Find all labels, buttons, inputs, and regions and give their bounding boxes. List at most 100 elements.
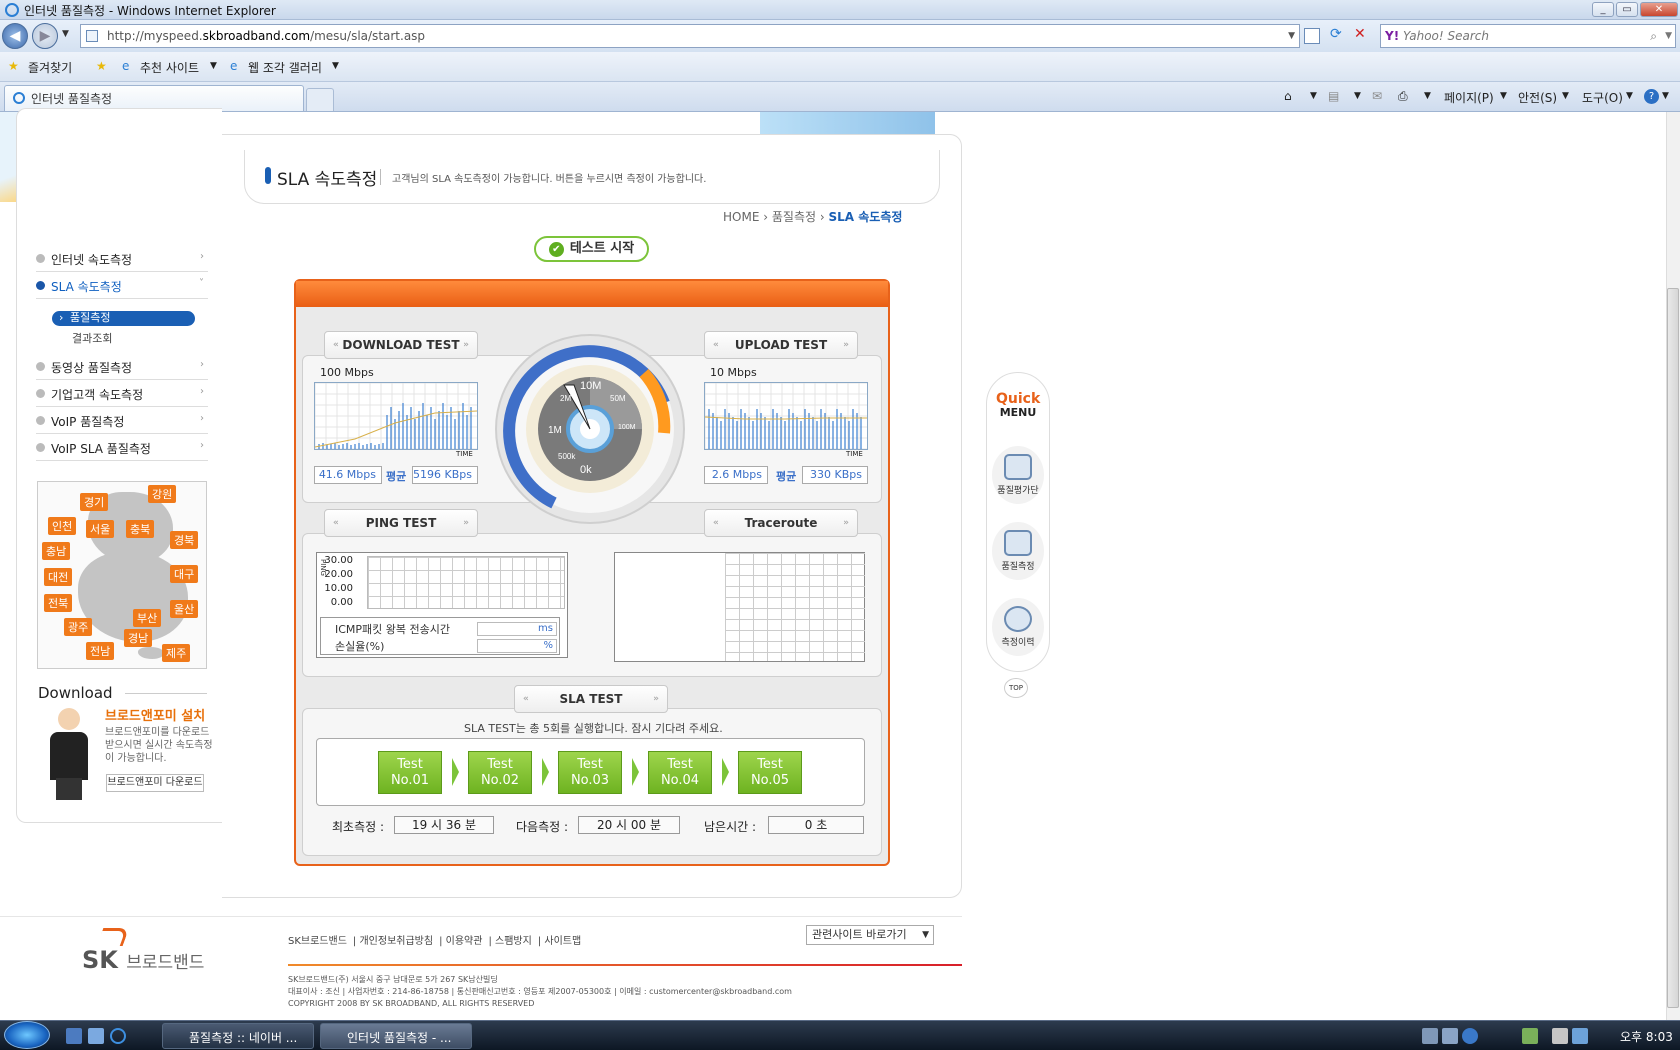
subitem-label: 품질측정 (70, 311, 111, 324)
icmp-label: ICMP패킷 왕복 전송시간 (335, 623, 451, 636)
compat-view-icon[interactable] (1304, 28, 1320, 44)
sidebar-item-internet-speed[interactable]: 인터넷 속도측정 › (36, 247, 208, 272)
page-menu[interactable]: 페이지(P) (1444, 89, 1494, 106)
feeds-icon[interactable]: ▤ (1328, 89, 1339, 103)
help-dropdown-icon[interactable]: ▼ (1662, 91, 1669, 101)
help-tray-icon[interactable] (1462, 1028, 1478, 1044)
region-gyeongnam[interactable]: 경남 (124, 629, 153, 647)
history-dropdown-icon[interactable]: ▼ (62, 29, 69, 39)
show-desktop-icon[interactable] (66, 1028, 82, 1044)
network-icon[interactable] (1522, 1028, 1538, 1044)
search-options-icon[interactable]: ▼ (1665, 25, 1672, 47)
region-gwangju[interactable]: 광주 (64, 618, 93, 636)
sidebar-subitem-results[interactable]: 결과조회 (72, 330, 112, 346)
sidebar-subitem-quality-measure[interactable]: › 품질측정 (52, 311, 195, 326)
maximize-button[interactable]: ▭ (1616, 2, 1638, 17)
people-icon (1004, 454, 1032, 480)
start-button[interactable] (4, 1021, 50, 1049)
sidebar-item-sla-speed[interactable]: SLA 속도측정 ˅ (36, 274, 208, 299)
safety-menu[interactable]: 안전(S) (1518, 89, 1557, 106)
region-jeju[interactable]: 제주 (162, 644, 191, 662)
page-menu-dropdown-icon[interactable]: ▼ (1500, 91, 1507, 101)
refresh-icon[interactable]: ⟳ (1330, 26, 1342, 42)
breadcrumb-home[interactable]: HOME (723, 210, 759, 224)
region-daegu[interactable]: 대구 (170, 565, 199, 583)
ie-quicklaunch-icon[interactable] (110, 1028, 126, 1044)
sidebar-item-voip-sla[interactable]: VoIP SLA 품질측정 › (36, 436, 208, 461)
footer-link[interactable]: 스팸방지 (495, 936, 532, 947)
taskbar-button-ie[interactable]: 인터넷 품질측정 - ... (320, 1023, 472, 1049)
region-chungnam[interactable]: 충남 (42, 542, 71, 560)
close-window-button[interactable]: ✕ (1640, 2, 1678, 17)
footer-link[interactable]: 사이트맵 (544, 936, 581, 947)
switch-windows-icon[interactable] (88, 1028, 104, 1044)
region-gyeongbuk[interactable]: 경북 (170, 531, 199, 549)
bullet-icon (36, 443, 45, 452)
ime-icon[interactable] (1422, 1028, 1438, 1044)
search-input[interactable]: Y! Yahoo! Search ⌕ ▼ (1380, 24, 1676, 48)
address-input[interactable]: http://myspeed.skbroadband.com/mesu/sla/… (80, 24, 1300, 48)
home-icon[interactable]: ⌂ (1284, 89, 1292, 103)
favorites-button[interactable]: 즐겨찾기 (28, 59, 72, 76)
upload-axis-label: TIME (846, 450, 863, 458)
region-seoul[interactable]: 서울 (86, 520, 115, 538)
region-gyeonggi[interactable]: 경기 (80, 493, 109, 511)
footer-link[interactable]: 이용약관 (446, 936, 483, 947)
quick-quality-panel[interactable]: 품질평가단 (992, 446, 1044, 504)
region-daejeon[interactable]: 대전 (44, 568, 73, 586)
breadcrumb: HOME › 품질측정 › SLA 속도측정 (723, 208, 902, 225)
test-step-line: No.01 (390, 773, 430, 788)
taskbar-button-naver[interactable]: 품질측정 :: 네이버 ... (162, 1023, 314, 1049)
scroll-top-button[interactable]: TOP (1004, 678, 1028, 698)
tools-menu-dropdown-icon[interactable]: ▼ (1626, 91, 1633, 101)
quick-measure-history[interactable]: 측정이력 (992, 598, 1044, 656)
footer-link[interactable]: 개인정보취급방침 (359, 936, 433, 947)
region-jeonnam[interactable]: 전남 (86, 642, 115, 660)
recommended-sites-icon: e (122, 59, 130, 73)
print-dropdown-icon[interactable]: ▼ (1424, 91, 1431, 101)
scrollbar-thumb[interactable] (1667, 288, 1679, 1008)
new-tab-button[interactable] (306, 88, 334, 111)
skyline-decoration (760, 112, 935, 134)
recommended-dropdown-icon[interactable]: ▼ (210, 61, 217, 71)
quick-title-line1: Quick (996, 391, 1041, 407)
address-dropdown-icon[interactable]: ▼ (1288, 25, 1295, 47)
help-icon[interactable]: ? (1644, 89, 1659, 104)
tools-menu[interactable]: 도구(O) (1582, 89, 1623, 106)
print-icon[interactable]: ⎙ (1398, 89, 1408, 104)
footer-link[interactable]: SK브로드밴드 (288, 936, 347, 947)
feeds-dropdown-icon[interactable]: ▼ (1354, 91, 1361, 101)
web-slice-gallery-link[interactable]: 웹 조각 갤러리 (248, 59, 322, 76)
forward-button[interactable]: ▶ (32, 23, 58, 49)
gallery-dropdown-icon[interactable]: ▼ (332, 61, 339, 71)
quick-quality-measure[interactable]: 품질측정 (992, 522, 1044, 580)
add-favorite-icon[interactable]: ★ (96, 59, 107, 73)
start-test-button[interactable]: ✔ 테스트 시작 (534, 236, 649, 262)
sidebar-item-video-quality[interactable]: 동영상 품질측정 › (36, 355, 208, 380)
region-jeonbuk[interactable]: 전북 (44, 594, 73, 612)
safety-menu-dropdown-icon[interactable]: ▼ (1562, 91, 1569, 101)
sidebar-item-voip-quality[interactable]: VoIP 품질측정 › (36, 409, 208, 434)
region-incheon[interactable]: 인천 (48, 517, 77, 535)
region-gangwon[interactable]: 강원 (148, 485, 177, 503)
search-icon[interactable]: ⌕ (1650, 25, 1657, 47)
download-button[interactable]: 브로드앤포미 다운로드 (106, 774, 204, 792)
display-icon[interactable] (1572, 1028, 1588, 1044)
recommended-sites-link[interactable]: 추천 사이트 (140, 59, 199, 76)
favorites-star-icon[interactable]: ★ (8, 59, 19, 73)
breadcrumb-quality[interactable]: 품질측정 (772, 210, 816, 224)
ping-test-tab: PING TEST (324, 509, 478, 537)
back-button[interactable]: ◀ (2, 23, 28, 49)
region-busan[interactable]: 부산 (133, 609, 162, 627)
region-ulsan[interactable]: 울산 (170, 600, 199, 618)
related-sites-select[interactable]: 관련사이트 바로가기 ▼ (806, 925, 934, 945)
home-dropdown-icon[interactable]: ▼ (1310, 91, 1317, 101)
minimize-button[interactable]: _ (1592, 2, 1614, 17)
volume-icon[interactable] (1552, 1028, 1568, 1044)
stop-icon[interactable]: ✕ (1354, 26, 1366, 42)
next-measure-label: 다음측정 : (516, 820, 569, 834)
mail-icon[interactable]: ✉ (1372, 89, 1382, 103)
sidebar-item-enterprise-speed[interactable]: 기업고객 속도측정 › (36, 382, 208, 407)
region-chungbuk[interactable]: 충북 (126, 520, 155, 538)
hanja-icon[interactable] (1442, 1028, 1458, 1044)
